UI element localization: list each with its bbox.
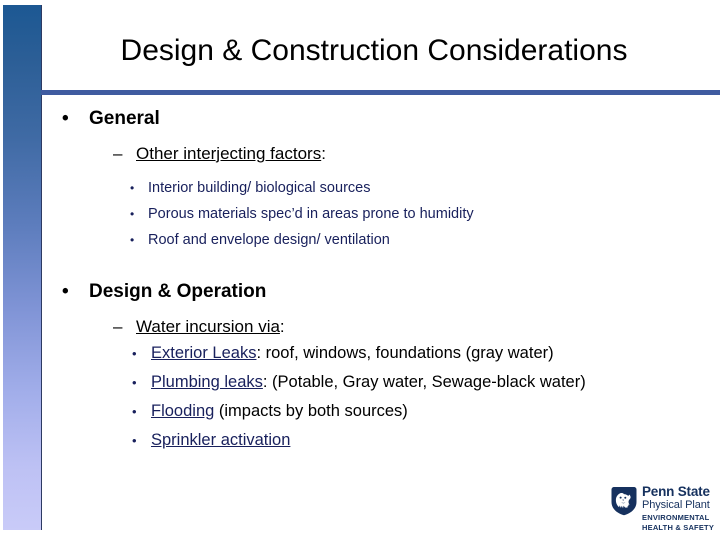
penn-state-logo: Penn State Physical Plant ENVIRONMENTAL … <box>611 485 716 533</box>
bullet-disc-icon: • <box>132 433 137 448</box>
bullet-disc-icon: • <box>132 404 137 419</box>
bullet-disc-icon: • <box>62 108 69 129</box>
bullet-dash-icon: – <box>113 144 123 163</box>
list-item-wrap: Sprinkler activation <box>151 426 290 455</box>
section-heading-design-operation-label: Design & Operation <box>89 281 267 302</box>
bullet-disc-icon: • <box>130 233 135 247</box>
section-heading-design-operation: • Design & Operation <box>0 279 720 305</box>
subheading-other-interjecting-factors-label: Other interjecting factors <box>136 144 322 163</box>
slide: Design & Construction Considerations • G… <box>0 0 720 540</box>
bullet-disc-icon: • <box>132 375 137 390</box>
subheading-water-incursion-via: – Water incursion via: <box>0 314 720 339</box>
bullet-dash-icon: – <box>113 317 123 336</box>
list-item: • Roof and envelope design/ ventilation <box>0 227 720 253</box>
section-heading-general: • General <box>0 106 720 132</box>
list-item: • Exterior Leaks: roof, windows, foundat… <box>0 339 720 368</box>
bullet-disc-icon: • <box>130 181 135 195</box>
section-heading-general-label: General <box>89 108 160 129</box>
list-item-lead: Plumbing leaks <box>151 373 263 391</box>
list-item-lead: Flooding <box>151 402 215 420</box>
bullet-disc-icon: • <box>130 207 135 221</box>
list-item-rest: : (Potable, Gray water, Sewage-black wat… <box>262 373 586 391</box>
subheading-colon: : <box>321 144 326 163</box>
list-item-label: Interior building/ biological sources <box>148 180 371 196</box>
penn-state-wordmark: Penn State Physical Plant <box>642 485 716 512</box>
penn-state-shield-icon <box>611 487 637 516</box>
list-item: • Interior building/ biological sources <box>0 175 720 201</box>
bullet-disc-icon: • <box>62 281 69 302</box>
list-item-lead: Sprinkler activation <box>151 431 291 449</box>
penn-state-unit: Physical Plant <box>642 499 710 511</box>
slide-content: • General – Other interjecting factors : … <box>0 106 720 466</box>
list-item-wrap: Flooding (impacts by both sources) <box>151 397 408 426</box>
list-item-rest: (impacts by both sources) <box>214 402 408 420</box>
subheading-colon: : <box>279 317 285 336</box>
penn-state-name: Penn State <box>642 484 710 499</box>
list-item: • Sprinkler activation <box>0 426 720 455</box>
penn-state-department-line2: HEALTH & SAFETY <box>642 522 715 532</box>
penn-state-department-line1: ENVIRONMENTAL <box>642 513 710 522</box>
list-item-wrap: Exterior Leaks: roof, windows, foundatio… <box>151 339 554 368</box>
page-title: Design & Construction Considerations <box>120 34 628 67</box>
subheading-wrap: Water incursion via: <box>136 314 285 339</box>
list-item-rest: : roof, windows, foundations (gray water… <box>256 344 554 362</box>
title-divider <box>41 90 720 95</box>
list-item-label: Roof and envelope design/ ventilation <box>148 232 390 248</box>
bullet-disc-icon: • <box>132 346 137 361</box>
list-item-lead: Exterior Leaks <box>151 344 257 362</box>
subheading-wrap: Other interjecting factors: <box>136 141 326 166</box>
list-item-wrap: Plumbing leaks: (Potable, Gray water, Se… <box>151 368 586 397</box>
list-item: • Porous materials spec’d in areas prone… <box>0 201 720 227</box>
penn-state-department: ENVIRONMENTAL HEALTH & SAFETY <box>642 513 714 532</box>
list-item: • Plumbing leaks: (Potable, Gray water, … <box>0 368 720 397</box>
list-item: • Flooding (impacts by both sources) <box>0 397 720 426</box>
subheading-other-interjecting-factors: – Other interjecting factors: <box>0 141 720 166</box>
subheading-water-incursion-via-label: Water incursion via <box>136 317 280 336</box>
list-item-label: Porous materials spec’d in areas prone t… <box>148 206 474 222</box>
